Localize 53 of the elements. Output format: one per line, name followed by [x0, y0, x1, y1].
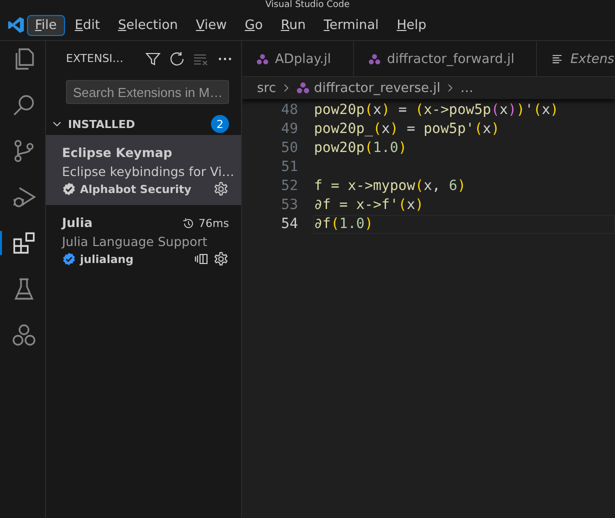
extension-name: Eclipse Keymap	[62, 144, 174, 162]
three-circles-icon[interactable]	[12, 323, 36, 347]
code-line: pow20p(1.0)	[313, 139, 408, 158]
line-number: 48	[280, 101, 299, 120]
flask-icon[interactable]	[12, 277, 36, 301]
code-line: f = x->mypow(x, 6)	[313, 177, 467, 196]
extensions-icon[interactable]	[12, 231, 36, 255]
sidebar-title: EXTENSI…	[66, 52, 124, 65]
settings-gear-icon[interactable]	[213, 181, 229, 197]
julia-dots-icon	[296, 81, 310, 95]
breadcrumb-item[interactable]: src	[257, 80, 276, 96]
vscode-logo-icon	[7, 16, 25, 34]
settings-gear-icon[interactable]	[213, 251, 229, 267]
menu-item[interactable]: File	[27, 14, 65, 36]
publisher-name: julialang	[80, 252, 134, 266]
run-debug-icon[interactable]	[12, 185, 36, 209]
line-number: 49	[280, 120, 299, 139]
section-header[interactable]: INSTALLED	[68, 118, 207, 130]
document-lines-icon	[551, 52, 564, 66]
extension-item[interactable]: Eclipse Keymap Eclipse keybindings for Vi… Alphabot Security	[46, 135, 241, 205]
code-line: pow20p_(x) = pow5p'(x)	[313, 120, 501, 139]
line-number: 51	[280, 158, 299, 177]
activation-time: 76ms	[198, 216, 229, 230]
history-icon	[182, 216, 195, 230]
code-line: ∂f = x->f'(x)	[313, 196, 425, 215]
line-number: 53	[280, 196, 299, 215]
search-icon[interactable]	[12, 93, 36, 117]
line-number: 52	[280, 177, 299, 196]
publisher-name: Alphabot Security	[80, 182, 192, 196]
extension-item[interactable]: Julia 76ms Julia Language Support julialang	[46, 205, 241, 275]
code-line: pow20p(x) = (x->pow5p(x))'(x)	[313, 101, 560, 120]
filter-icon[interactable]	[145, 50, 161, 66]
panel-icon[interactable]	[193, 251, 209, 267]
source-control-icon[interactable]	[12, 139, 36, 163]
extension-name: Julia	[62, 214, 94, 232]
julia-dots-icon	[256, 52, 269, 66]
menu-item[interactable]: Go	[236, 14, 271, 36]
breadcrumb-item[interactable]: diffractor_reverse.jl	[314, 80, 440, 96]
menu-item[interactable]: Help	[388, 14, 434, 36]
search-field[interactable]: Search Extensions in M…	[66, 80, 229, 104]
line-number: 54	[280, 215, 299, 234]
breadcrumb-item[interactable]: …	[460, 80, 474, 96]
julia-dots-icon	[368, 52, 381, 66]
window-title: Visual Studio Code	[265, 0, 350, 10]
menu-item[interactable]: Run	[272, 14, 314, 36]
count-badge: 2	[211, 115, 229, 133]
line-number: 50	[280, 139, 299, 158]
refresh-icon[interactable]	[169, 50, 185, 66]
extension-description: Julia Language Support	[62, 233, 208, 250]
menu-item[interactable]: View	[188, 14, 235, 36]
menu-item[interactable]: Edit	[66, 14, 108, 36]
menu-item[interactable]: Terminal	[316, 14, 387, 36]
menu-item[interactable]: Selection	[110, 14, 186, 36]
